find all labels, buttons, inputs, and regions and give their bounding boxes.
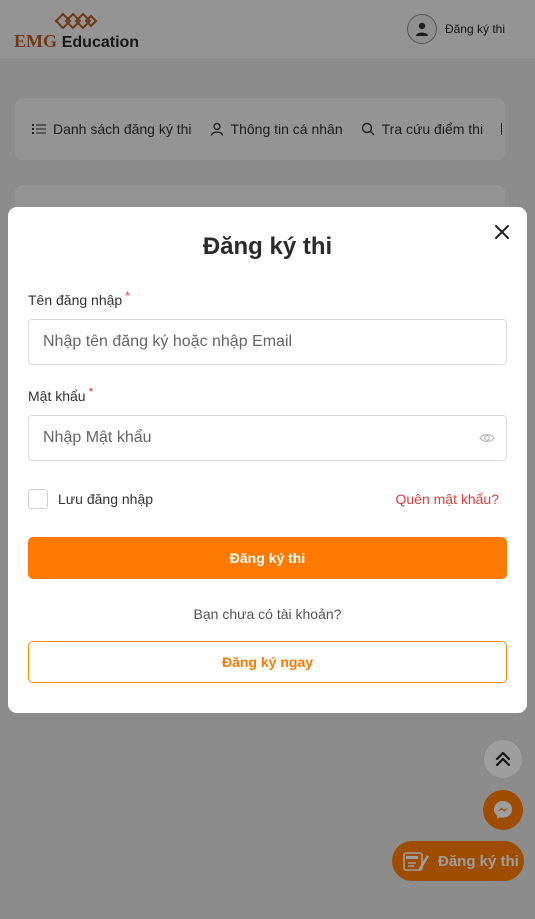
forgot-password-link[interactable]: Quên mật khẩu? [395,491,499,507]
chevrons-up-icon [495,751,511,767]
submit-login-button[interactable]: Đăng ký thi [28,537,507,579]
username-label: Tên đăng nhập * [28,289,130,308]
messenger-button[interactable] [483,790,523,830]
register-now-button[interactable]: Đăng ký ngay [28,641,507,683]
required-mark: * [125,289,130,303]
required-mark: * [88,385,94,399]
username-label-text: Tên đăng nhập [28,292,123,308]
exam-pencil-icon [403,852,429,871]
floating-register-button[interactable]: Đăng ký thi [392,841,524,881]
scroll-top-button[interactable] [483,739,523,779]
username-input[interactable] [28,319,507,365]
remember-checkbox[interactable] [28,489,48,509]
modal-title: Đăng ký thi [202,233,333,260]
password-input[interactable] [28,415,507,461]
login-modal: Đăng ký thi Tên đăng nhập* Mật khẩu* Lưu… [8,207,527,713]
password-label-text: Mật khẩu [28,388,86,404]
remember-me[interactable]: Lưu đăng nhập [28,489,153,509]
floating-register-label: Đăng ký thi [438,852,519,870]
eye-icon[interactable] [479,430,495,446]
no-account-text: Bạn chưa có tài khoản? [193,606,342,622]
messenger-icon [494,801,512,819]
remember-label: Lưu đăng nhập [58,491,154,507]
password-label: Mật khẩu * [28,385,94,404]
